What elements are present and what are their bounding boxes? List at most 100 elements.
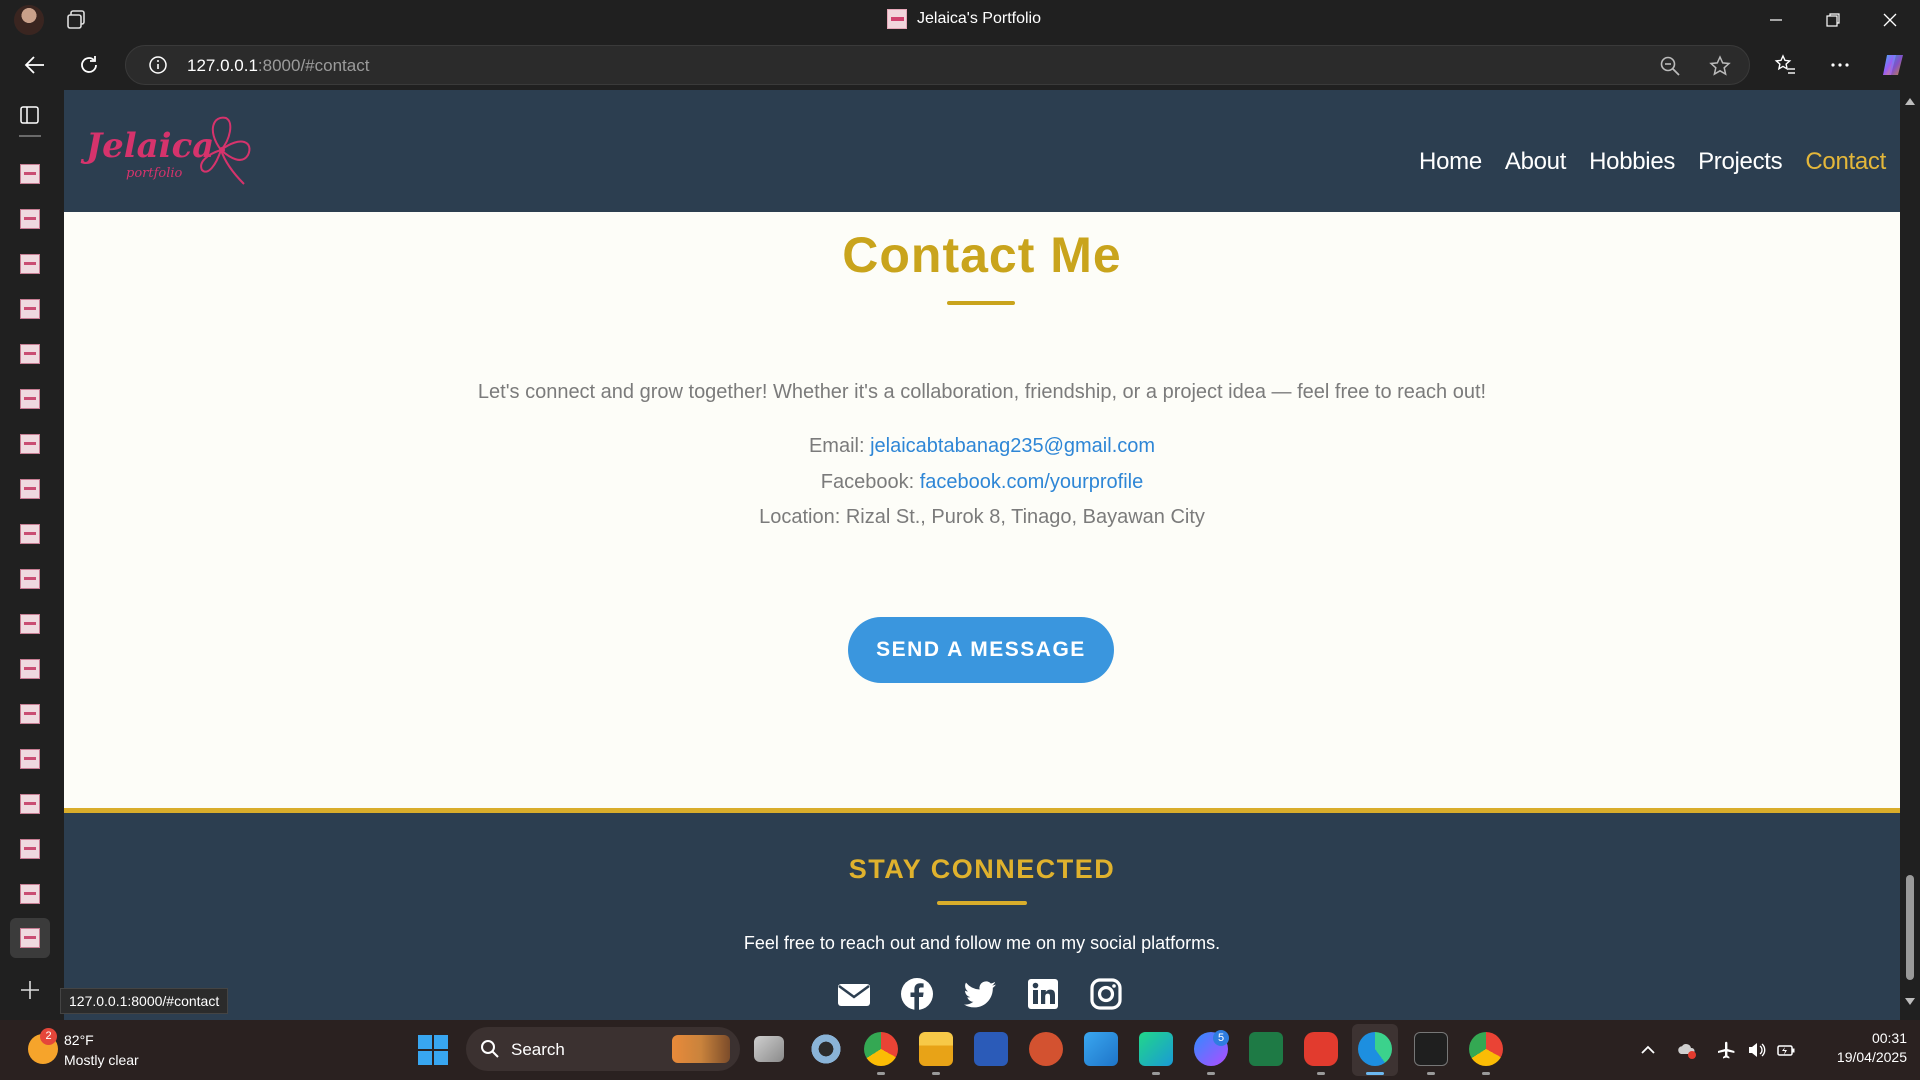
sidebar-tab[interactable] bbox=[20, 524, 40, 544]
facebook-icon[interactable] bbox=[899, 976, 935, 1012]
chrome-profile-icon[interactable] bbox=[1469, 1032, 1503, 1066]
sidebar-tab[interactable] bbox=[20, 704, 40, 724]
pycharm-icon[interactable] bbox=[1139, 1032, 1173, 1066]
logo-subtext: portfolio bbox=[126, 166, 183, 181]
app-running-indicator bbox=[1427, 1072, 1435, 1075]
copilot-button[interactable] bbox=[1878, 50, 1908, 80]
url-path: :8000/#contact bbox=[257, 56, 370, 75]
sidebar-tab[interactable] bbox=[20, 659, 40, 679]
sidebar-tab[interactable] bbox=[20, 344, 40, 364]
wps-office-icon[interactable] bbox=[1304, 1032, 1338, 1066]
sidebar-tab-active-favicon[interactable] bbox=[20, 928, 40, 948]
email-line: Email: jelaicabtabanag235@gmail.com bbox=[64, 435, 1900, 458]
back-button[interactable] bbox=[20, 50, 50, 80]
sidebar-tab[interactable] bbox=[20, 569, 40, 589]
volume-icon[interactable] bbox=[1746, 1040, 1766, 1060]
site-info-icon[interactable] bbox=[148, 55, 168, 75]
restore-icon bbox=[1826, 13, 1840, 27]
profile-avatar[interactable] bbox=[14, 5, 44, 35]
sidebar-tab[interactable] bbox=[20, 749, 40, 769]
instagram-icon[interactable] bbox=[1088, 976, 1124, 1012]
search-icon bbox=[481, 1040, 499, 1058]
url-text[interactable]: 127.0.0.1:8000/#contact bbox=[187, 56, 369, 76]
sidebar-tab[interactable] bbox=[20, 299, 40, 319]
site-footer: STAY CONNECTED Feel free to reach out an… bbox=[64, 813, 1900, 1020]
minimize-button[interactable] bbox=[1762, 6, 1790, 34]
envelope-icon[interactable] bbox=[836, 976, 872, 1012]
task-view-icon[interactable] bbox=[754, 1036, 784, 1062]
scroll-up-arrow-icon[interactable] bbox=[1905, 98, 1915, 105]
nav-hobbies[interactable]: Hobbies bbox=[1589, 148, 1675, 176]
close-window-button[interactable] bbox=[1876, 6, 1904, 34]
word-icon[interactable] bbox=[974, 1032, 1008, 1066]
battery-charging-icon[interactable] bbox=[1776, 1040, 1796, 1060]
sidebar-tab[interactable] bbox=[20, 254, 40, 274]
powerpoint-icon[interactable] bbox=[1029, 1032, 1063, 1066]
copilot-icon bbox=[1883, 55, 1903, 75]
sidebar-tab[interactable] bbox=[20, 479, 40, 499]
airplane-mode-icon[interactable] bbox=[1716, 1040, 1736, 1060]
zoom-icon[interactable] bbox=[1659, 55, 1681, 77]
sidebar-tab[interactable] bbox=[20, 434, 40, 454]
sidebar-tab[interactable] bbox=[20, 884, 40, 904]
address-bar[interactable]: 127.0.0.1:8000/#contact bbox=[125, 45, 1750, 85]
restore-button[interactable] bbox=[1819, 6, 1847, 34]
terminal-icon[interactable] bbox=[1414, 1032, 1448, 1066]
vscode-icon[interactable] bbox=[1084, 1032, 1118, 1066]
reload-button[interactable] bbox=[74, 50, 104, 80]
contact-intro: Let's connect and grow together! Whether… bbox=[477, 381, 1487, 403]
orchid-logo-icon bbox=[200, 116, 251, 185]
main-nav: Home About Hobbies Projects Contact bbox=[1419, 148, 1886, 176]
nav-projects[interactable]: Projects bbox=[1698, 148, 1783, 176]
chrome-icon[interactable] bbox=[864, 1032, 898, 1066]
new-tab-plus-icon[interactable] bbox=[18, 978, 42, 1002]
onedrive-error-icon[interactable] bbox=[1677, 1040, 1697, 1060]
taskbar-clock[interactable]: 00:31 19/04/2025 bbox=[1812, 1030, 1907, 1065]
sidebar-tab[interactable] bbox=[20, 794, 40, 814]
contact-title: Contact Me bbox=[842, 227, 1122, 283]
start-button[interactable] bbox=[418, 1035, 448, 1065]
windows-logo-pane bbox=[434, 1051, 448, 1065]
file-explorer-icon[interactable] bbox=[919, 1032, 953, 1066]
send-message-button[interactable]: SEND A MESSAGE bbox=[848, 617, 1114, 683]
excel-icon[interactable] bbox=[1249, 1032, 1283, 1066]
app-running-indicator bbox=[932, 1072, 940, 1075]
back-arrow-icon bbox=[24, 56, 44, 74]
app-running-indicator bbox=[1207, 1072, 1215, 1075]
more-menu-button[interactable] bbox=[1825, 50, 1855, 80]
sidebar-tab[interactable] bbox=[20, 389, 40, 409]
windows-logo-pane bbox=[418, 1051, 432, 1065]
chevron-up-icon[interactable] bbox=[1638, 1040, 1658, 1060]
scrollbar-thumb[interactable] bbox=[1906, 875, 1914, 980]
clock-time: 00:31 bbox=[1871, 1030, 1907, 1046]
contact-section: Contact Me Let's connect and grow togeth… bbox=[64, 212, 1900, 808]
app-running-indicator bbox=[877, 1072, 885, 1075]
link-status-tooltip: 127.0.0.1:8000/#contact bbox=[60, 988, 229, 1014]
sidebar-tab[interactable] bbox=[20, 614, 40, 634]
sidebar-tab[interactable] bbox=[20, 164, 40, 184]
window-title-text: Jelaica's Portfolio bbox=[917, 10, 1041, 27]
nav-about[interactable]: About bbox=[1505, 148, 1567, 176]
weather-widget[interactable]: 2 82°F Mostly clear bbox=[20, 1028, 220, 1072]
sidebar-divider bbox=[19, 135, 41, 137]
taskbar-search[interactable]: Search bbox=[466, 1027, 740, 1071]
page-scrollbar[interactable] bbox=[1900, 90, 1920, 1020]
site-logo[interactable]: Jelaica portfolio bbox=[86, 110, 251, 190]
linkedin-icon[interactable] bbox=[1025, 976, 1061, 1012]
favorite-star-icon[interactable] bbox=[1709, 55, 1731, 77]
facebook-link[interactable]: facebook.com/yourprofile bbox=[920, 471, 1143, 493]
page-viewport: Jelaica portfolio Home About Hobbies Pro… bbox=[64, 90, 1900, 1020]
scroll-down-arrow-icon[interactable] bbox=[1905, 998, 1915, 1005]
sidebar-tab[interactable] bbox=[20, 839, 40, 859]
settings-gear-icon[interactable] bbox=[809, 1032, 843, 1066]
favorites-button[interactable] bbox=[1770, 50, 1800, 80]
app-running-indicator bbox=[1152, 1072, 1160, 1075]
sidebar-tab[interactable] bbox=[20, 209, 40, 229]
twitter-icon[interactable] bbox=[962, 976, 998, 1012]
tab-actions-icon[interactable] bbox=[19, 104, 41, 126]
nav-contact[interactable]: Contact bbox=[1805, 148, 1886, 176]
email-link[interactable]: jelaicabtabanag235@gmail.com bbox=[870, 435, 1155, 457]
workspaces-icon[interactable] bbox=[66, 9, 88, 31]
nav-home[interactable]: Home bbox=[1419, 148, 1482, 176]
edge-icon[interactable] bbox=[1358, 1032, 1392, 1066]
